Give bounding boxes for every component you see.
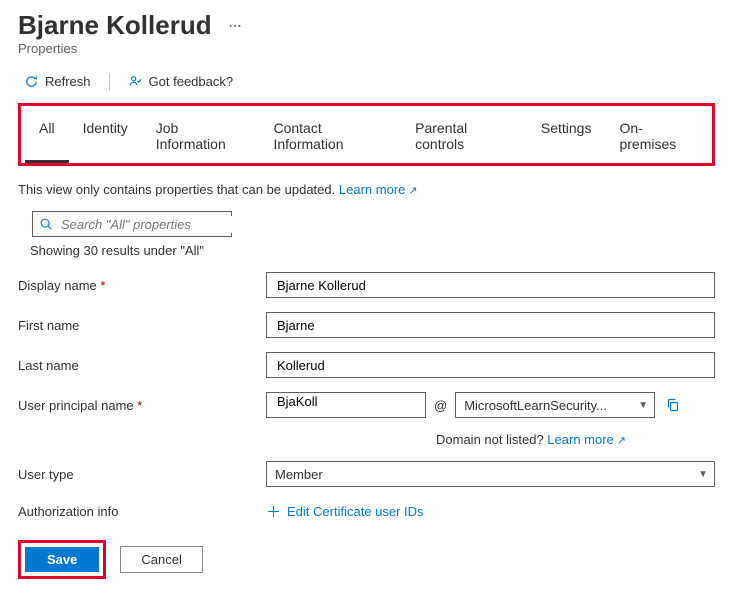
page-title: Bjarne Kollerud — [18, 10, 212, 41]
domain-select-value: MicrosoftLearnSecurity... — [464, 398, 607, 413]
refresh-button[interactable]: Refresh — [18, 70, 97, 93]
tab-parental-controls[interactable]: Parental controls — [401, 112, 527, 163]
display-name-input[interactable] — [275, 277, 706, 294]
first-name-field[interactable] — [266, 312, 715, 338]
tab-settings[interactable]: Settings — [527, 112, 606, 163]
domain-select[interactable]: MicrosoftLearnSecurity... ▼ — [455, 392, 655, 418]
tab-contact-information[interactable]: Contact Information — [259, 112, 401, 163]
toolbar-separator — [109, 73, 110, 91]
search-icon — [39, 217, 53, 231]
feedback-label: Got feedback? — [149, 74, 234, 89]
save-button[interactable]: Save — [25, 547, 99, 572]
save-highlight: Save — [18, 540, 106, 579]
tabs-highlight: All Identity Job Information Contact Inf… — [18, 103, 715, 166]
domain-learn-more-link[interactable]: Learn more↗ — [547, 432, 626, 447]
search-input[interactable] — [59, 216, 241, 233]
upn-input[interactable] — [275, 393, 417, 410]
tab-on-premises[interactable]: On-premises — [605, 112, 708, 163]
display-name-label: Display name * — [18, 278, 266, 293]
first-name-label: First name — [18, 318, 266, 333]
feedback-icon — [128, 74, 143, 89]
upn-field[interactable] — [266, 392, 426, 418]
info-text: This view only contains properties that … — [18, 182, 335, 197]
results-count: Showing 30 results under "All" — [30, 243, 715, 258]
user-type-label: User type — [18, 467, 266, 482]
at-symbol: @ — [434, 398, 447, 413]
external-link-icon: ↗ — [617, 435, 626, 447]
more-actions-button[interactable] — [224, 15, 246, 37]
refresh-label: Refresh — [45, 74, 91, 89]
external-link-icon: ↗ — [408, 185, 417, 197]
cancel-button[interactable]: Cancel — [120, 546, 202, 573]
user-type-value: Member — [275, 467, 323, 482]
learn-more-link[interactable]: Learn more↗ — [339, 182, 418, 197]
last-name-field[interactable] — [266, 352, 715, 378]
last-name-input[interactable] — [275, 357, 706, 374]
auth-info-label: Authorization info — [18, 504, 266, 519]
copy-button[interactable] — [663, 395, 683, 415]
chevron-down-icon: ▼ — [698, 469, 708, 480]
domain-help-text: Domain not listed? — [436, 432, 544, 447]
user-type-select[interactable]: Member ▼ — [266, 461, 715, 487]
tab-all[interactable]: All — [25, 112, 69, 163]
upn-label: User principal name * — [18, 398, 266, 413]
tab-bar: All Identity Job Information Contact Inf… — [25, 112, 708, 163]
refresh-icon — [24, 74, 39, 89]
first-name-input[interactable] — [275, 317, 706, 334]
page-subtitle: Properties — [18, 41, 715, 56]
last-name-label: Last name — [18, 358, 266, 373]
edit-certificate-link[interactable]: ＋ Edit Certificate user IDs — [266, 501, 424, 522]
tab-identity[interactable]: Identity — [69, 112, 142, 163]
search-box[interactable] — [32, 211, 232, 237]
display-name-field[interactable] — [266, 272, 715, 298]
tab-job-information[interactable]: Job Information — [142, 112, 260, 163]
chevron-down-icon: ▼ — [638, 400, 648, 411]
feedback-button[interactable]: Got feedback? — [122, 70, 240, 93]
plus-icon: ＋ — [266, 501, 281, 522]
